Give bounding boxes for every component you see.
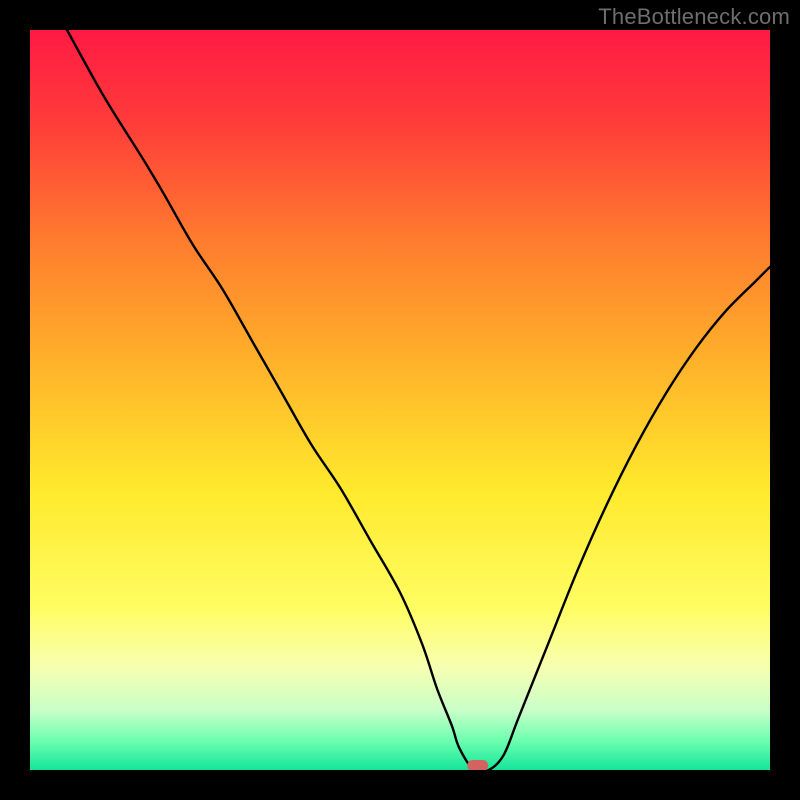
optimal-marker xyxy=(467,760,488,770)
gradient-background xyxy=(30,30,770,770)
chart-svg xyxy=(30,30,770,770)
chart-frame: TheBottleneck.com xyxy=(0,0,800,800)
attribution-text: TheBottleneck.com xyxy=(598,4,790,30)
plot-area xyxy=(30,30,770,770)
